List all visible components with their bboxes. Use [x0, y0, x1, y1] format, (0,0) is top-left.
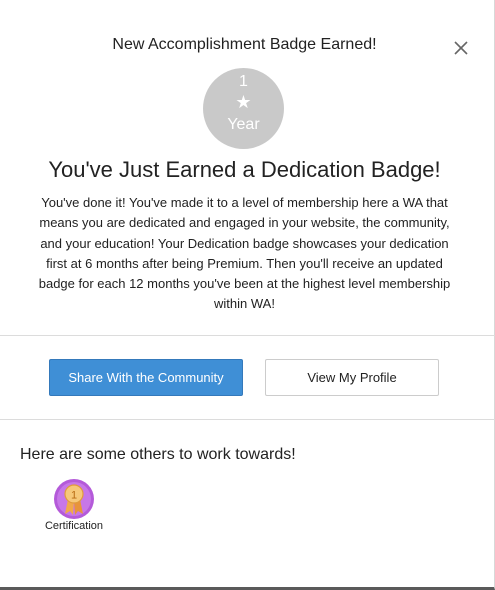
dedication-badge: 1 ★ Year — [203, 68, 284, 149]
certification-badge-label: Certification — [44, 520, 104, 532]
view-profile-button[interactable]: View My Profile — [265, 359, 439, 396]
divider — [0, 419, 495, 420]
close-icon[interactable] — [452, 39, 470, 57]
badge-description: You've done it! You've made it to a leve… — [38, 195, 451, 312]
certification-ribbon-icon: 1 — [53, 478, 95, 520]
others-heading: Here are some others to work towards! — [20, 446, 296, 463]
star-icon: ★ — [235, 92, 252, 112]
certification-badge[interactable]: 1 Certification — [44, 476, 104, 536]
badge-unit: Year — [227, 116, 260, 133]
divider — [0, 335, 495, 336]
page-title: You've Just Earned a Dedication Badge! — [48, 157, 441, 182]
certification-badge-number: 1 — [71, 490, 77, 502]
share-with-community-button[interactable]: Share With the Community — [49, 359, 243, 396]
badge-number: 1 — [239, 73, 248, 90]
modal-header-title: New Accomplishment Badge Earned! — [112, 36, 377, 53]
badge-modal: New Accomplishment Badge Earned! 1 ★ Yea… — [0, 0, 495, 590]
